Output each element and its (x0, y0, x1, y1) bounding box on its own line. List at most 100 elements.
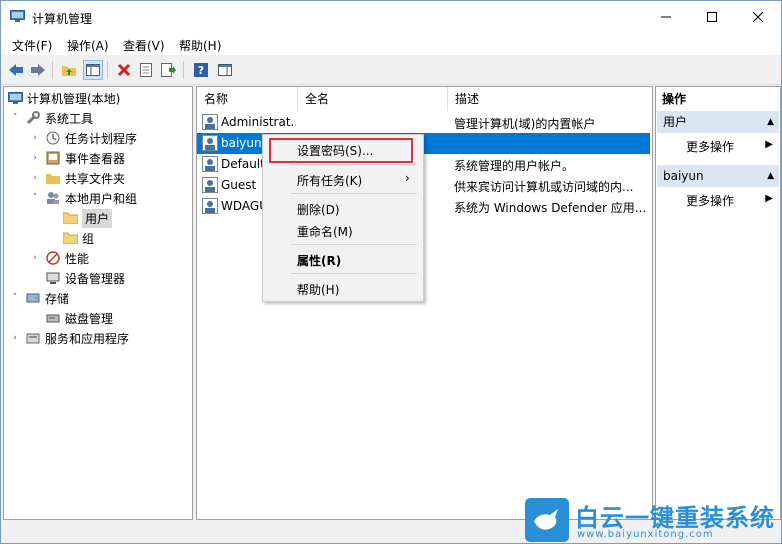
menu-help[interactable]: 帮助(H) (179, 37, 221, 54)
delete-button[interactable] (114, 60, 134, 80)
more-actions-baiyun[interactable]: 更多操作 (686, 192, 734, 209)
back-button[interactable] (6, 60, 26, 80)
services-icon (25, 330, 41, 346)
minimize-icon (661, 16, 671, 18)
bird-logo-icon (525, 498, 569, 542)
tree-item-shared-folders[interactable]: › 共享文件夹 (29, 168, 125, 188)
context-menu: 设置密码(S)... 所有任务(K) › 删除(D) 重命名(M) 属性(R) … (262, 134, 424, 302)
tree-item-storage[interactable]: ˅ 存储 (9, 288, 69, 308)
shared-folder-icon (45, 170, 61, 186)
maximize-button[interactable] (689, 1, 735, 33)
menu-rename[interactable]: 重命名(M) (297, 223, 353, 240)
tree-item-event-viewer[interactable]: › 事件查看器 (29, 148, 125, 168)
tree-root[interactable]: 计算机管理(本地) (7, 88, 120, 108)
menu-set-password[interactable]: 设置密码(S)... (297, 142, 373, 159)
menu-properties[interactable]: 属性(R) (297, 252, 341, 269)
menu-all-tasks[interactable]: 所有任务(K) (297, 172, 362, 189)
expand-chevron-icon[interactable]: › (29, 153, 41, 163)
computer-management-icon (10, 10, 25, 22)
actions-section-users[interactable]: 用户 ▲ (657, 111, 779, 133)
folder-icon (62, 210, 78, 226)
window-title: 计算机管理 (32, 12, 93, 26)
users-group-icon (45, 190, 61, 206)
maximize-icon (707, 12, 717, 22)
properties-icon (140, 63, 152, 77)
tree-item-groups[interactable]: 组 (62, 228, 94, 248)
svg-text:?: ? (198, 64, 204, 77)
tree-item-local-users-groups[interactable]: ˅ 本地用户和组 (29, 188, 137, 208)
collapse-chevron-icon[interactable]: ˅ (29, 193, 41, 203)
performance-icon (45, 250, 61, 266)
submenu-arrow-icon: ▶ (765, 193, 773, 204)
collapse-chevron-icon[interactable]: ˅ (9, 113, 21, 123)
expand-chevron-icon[interactable]: › (9, 333, 21, 343)
action-pane-icon (218, 64, 232, 76)
list-row-administrator[interactable]: Administrat... 管理计算机(域)的内置帐户 (197, 112, 650, 133)
collapse-triangle-icon[interactable]: ▲ (767, 111, 774, 133)
show-hide-tree-button[interactable] (83, 60, 103, 80)
tree-item-users[interactable]: 用户 (62, 208, 113, 228)
user-icon (202, 156, 218, 172)
help-icon: ? (194, 63, 208, 77)
user-icon (202, 198, 218, 214)
column-header-fullname[interactable]: 全名 (298, 87, 448, 111)
close-icon (753, 12, 763, 22)
device-manager-icon (45, 270, 61, 286)
forward-arrow-icon (31, 64, 45, 76)
folder-up-icon (62, 66, 76, 76)
actions-pane: 操作 用户 ▲ 更多操作 ▶ baiyun ▲ 更多操作 ▶ (655, 86, 781, 520)
show-hide-action-pane-button[interactable] (215, 60, 235, 80)
collapse-triangle-icon[interactable]: ▲ (767, 165, 774, 187)
watermark: 白云一键重装系统 www.baiyunxitong.com (525, 498, 775, 542)
folder-icon (62, 230, 78, 246)
tree-item-device-manager[interactable]: 设备管理器 (45, 268, 125, 288)
column-header-name[interactable]: 名称 (197, 87, 298, 111)
column-header-description[interactable]: 描述 (448, 87, 650, 111)
submenu-arrow-icon: ▶ (765, 139, 773, 150)
menu-view[interactable]: 查看(V) (123, 37, 165, 54)
submenu-chevron-icon: › (405, 171, 410, 185)
title-bar: 计算机管理 (1, 1, 781, 33)
expand-chevron-icon[interactable]: › (29, 173, 41, 183)
actions-section-baiyun[interactable]: baiyun ▲ (657, 165, 779, 187)
menu-file[interactable]: 文件(F) (12, 37, 52, 54)
tools-icon (25, 110, 41, 126)
menu-help-item[interactable]: 帮助(H) (297, 281, 339, 298)
storage-icon (25, 290, 41, 306)
tree-item-disk-management[interactable]: 磁盘管理 (45, 308, 113, 328)
up-folder-button[interactable] (59, 60, 79, 80)
menu-bar: 文件(F) 操作(A) 查看(V) 帮助(H) (1, 33, 781, 55)
expand-chevron-icon[interactable]: › (29, 253, 41, 263)
watermark-text: 白云一键重装系统 (575, 504, 775, 532)
menu-action[interactable]: 操作(A) (67, 37, 109, 54)
user-icon (202, 135, 218, 151)
forward-button[interactable] (28, 60, 48, 80)
more-actions-users[interactable]: 更多操作 (686, 138, 734, 155)
toolbar: ? (1, 56, 781, 85)
console-tree-icon (86, 64, 100, 76)
tree-item-performance[interactable]: › 性能 (29, 248, 89, 268)
delete-x-icon (117, 63, 131, 77)
clock-icon (45, 130, 61, 146)
event-viewer-icon (45, 150, 61, 166)
console-tree: 计算机管理(本地) ˅ 系统工具 › 任务计划程序 › 事件查看器 › 共享文件… (3, 86, 193, 520)
computer-management-icon (7, 90, 23, 106)
export-list-button[interactable] (159, 60, 179, 80)
minimize-button[interactable] (643, 1, 689, 33)
back-arrow-icon (9, 64, 23, 76)
tree-item-system-tools[interactable]: ˅ 系统工具 (9, 108, 93, 128)
help-button[interactable]: ? (191, 60, 211, 80)
properties-button[interactable] (136, 60, 156, 80)
close-button[interactable] (735, 1, 781, 33)
tree-item-services-apps[interactable]: › 服务和应用程序 (9, 328, 129, 348)
tree-item-task-scheduler[interactable]: › 任务计划程序 (29, 128, 137, 148)
disk-icon (45, 310, 61, 326)
menu-delete[interactable]: 删除(D) (297, 201, 340, 218)
actions-header: 操作 (662, 92, 687, 106)
export-icon (161, 63, 176, 77)
user-icon (202, 177, 218, 193)
computer-management-window: 计算机管理 文件(F) 操作(A) 查看(V) 帮助(H) ? 计算机管理(本地… (0, 0, 782, 544)
user-icon (202, 114, 218, 130)
collapse-chevron-icon[interactable]: ˅ (9, 293, 21, 303)
expand-chevron-icon[interactable]: › (29, 133, 41, 143)
